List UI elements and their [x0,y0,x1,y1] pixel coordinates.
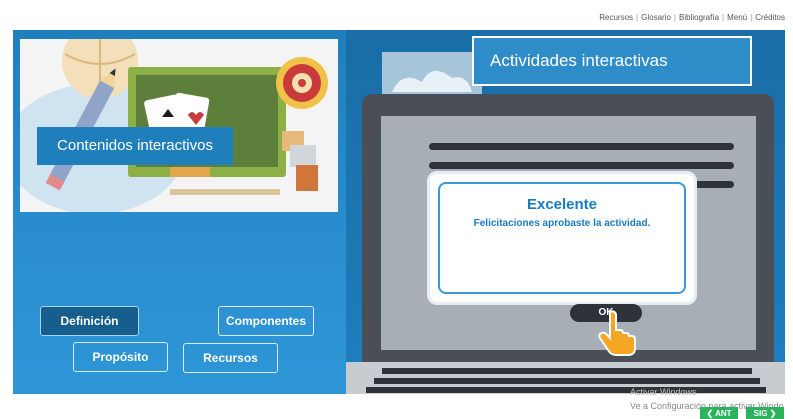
nav-link-bibliografia[interactable]: Bibliografía [679,13,719,22]
screen-line [429,162,734,169]
page: Recursos | Glosario | Bibliografía | Menú | Créd… [0,0,793,419]
nav-separator: | [750,13,753,22]
screen-line [429,143,734,150]
dialog-title: Excelente [526,196,598,213]
next-button[interactable]: SIG ❯ [746,407,784,419]
nav-separator: | [722,13,725,22]
activities-title: Actividades interactivas [472,36,752,86]
nav-link-glosario[interactable]: Glosario [641,13,671,22]
pointer-cursor-icon [598,310,636,356]
nav-link-creditos[interactable]: Créditos [755,13,785,22]
cloud-icon [382,52,482,100]
key-row [374,378,760,384]
illustration-graphic [20,39,328,212]
contents-illustration: Contenidos interactivos [20,39,338,212]
componentes-button[interactable]: Componentes [218,306,314,336]
nav-link-menu[interactable]: Menú [727,13,747,22]
key-row [366,387,766,393]
nav-separator: | [673,13,676,22]
definicion-button[interactable]: Definición [40,306,139,336]
laptop-keyboard [346,362,785,394]
success-dialog: Excelente Felicitaciones aprobaste la ac… [430,174,694,302]
activities-back-image [382,52,482,100]
previous-button[interactable]: ❮ ANT [700,407,738,419]
proposito-button[interactable]: Propósito [73,342,168,372]
nav-separator: | [636,13,639,22]
dialog-message: Felicitaciones aprobaste la actividad. [473,218,651,229]
recursos-button[interactable]: Recursos [183,343,278,373]
dialog-frame: Excelente Felicitaciones aprobaste la ac… [438,182,686,294]
windows-watermark-title: Activar Windows [630,387,697,397]
key-row [382,368,752,374]
nav-link-recursos[interactable]: Recursos [599,13,633,22]
top-nav: Recursos | Glosario | Bibliografía | Menú | Créd… [599,13,785,22]
contents-label: Contenidos interactivos [37,127,233,165]
left-panel: Contenidos interactivos Definición Compo… [13,30,346,394]
